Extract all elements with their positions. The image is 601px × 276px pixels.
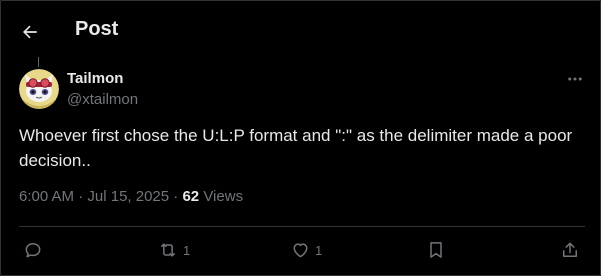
- divider: [19, 226, 585, 227]
- views-count: 62: [182, 188, 200, 205]
- reply-button[interactable]: [23, 237, 43, 263]
- author-name[interactable]: Tailmon: [67, 70, 123, 87]
- more-options-button[interactable]: [561, 67, 589, 91]
- post-meta: 6:00 AM · Jul 15, 2025 · 62 Views: [19, 188, 243, 205]
- author-handle[interactable]: @xtailmon: [67, 91, 138, 108]
- repost-icon: [161, 243, 175, 257]
- bookmark-icon: [430, 242, 442, 258]
- arrow-left-icon: [23, 25, 37, 39]
- meta-separator: ·: [169, 188, 183, 205]
- post-time[interactable]: 6:00 AM: [19, 188, 74, 205]
- bookmark-button[interactable]: [426, 237, 446, 263]
- page-title: Post: [75, 18, 119, 40]
- like-count: 1: [315, 242, 323, 258]
- views-label: Views: [199, 188, 244, 205]
- avatar[interactable]: [19, 69, 59, 109]
- repost-button[interactable]: 1: [157, 237, 190, 263]
- back-button[interactable]: [15, 17, 45, 47]
- post-header: Post: [1, 1, 600, 61]
- tailmon-avatar-image: [19, 69, 59, 109]
- more-horizontal-icon: [568, 77, 582, 81]
- meta-separator: ·: [74, 188, 88, 205]
- post-date[interactable]: Jul 15, 2025: [87, 188, 169, 205]
- share-button[interactable]: [560, 237, 580, 263]
- heart-icon: [293, 243, 308, 258]
- post-detail-panel: Post Tailmon @xtailmon Whoever first cho…: [0, 0, 601, 276]
- like-button[interactable]: 1: [290, 237, 322, 263]
- share-icon: [563, 242, 577, 257]
- repost-count: 1: [183, 242, 191, 258]
- post-text: Whoever first chose the U:L:P format and…: [19, 126, 573, 170]
- thread-line: [38, 57, 39, 67]
- reply-icon: [25, 243, 41, 258]
